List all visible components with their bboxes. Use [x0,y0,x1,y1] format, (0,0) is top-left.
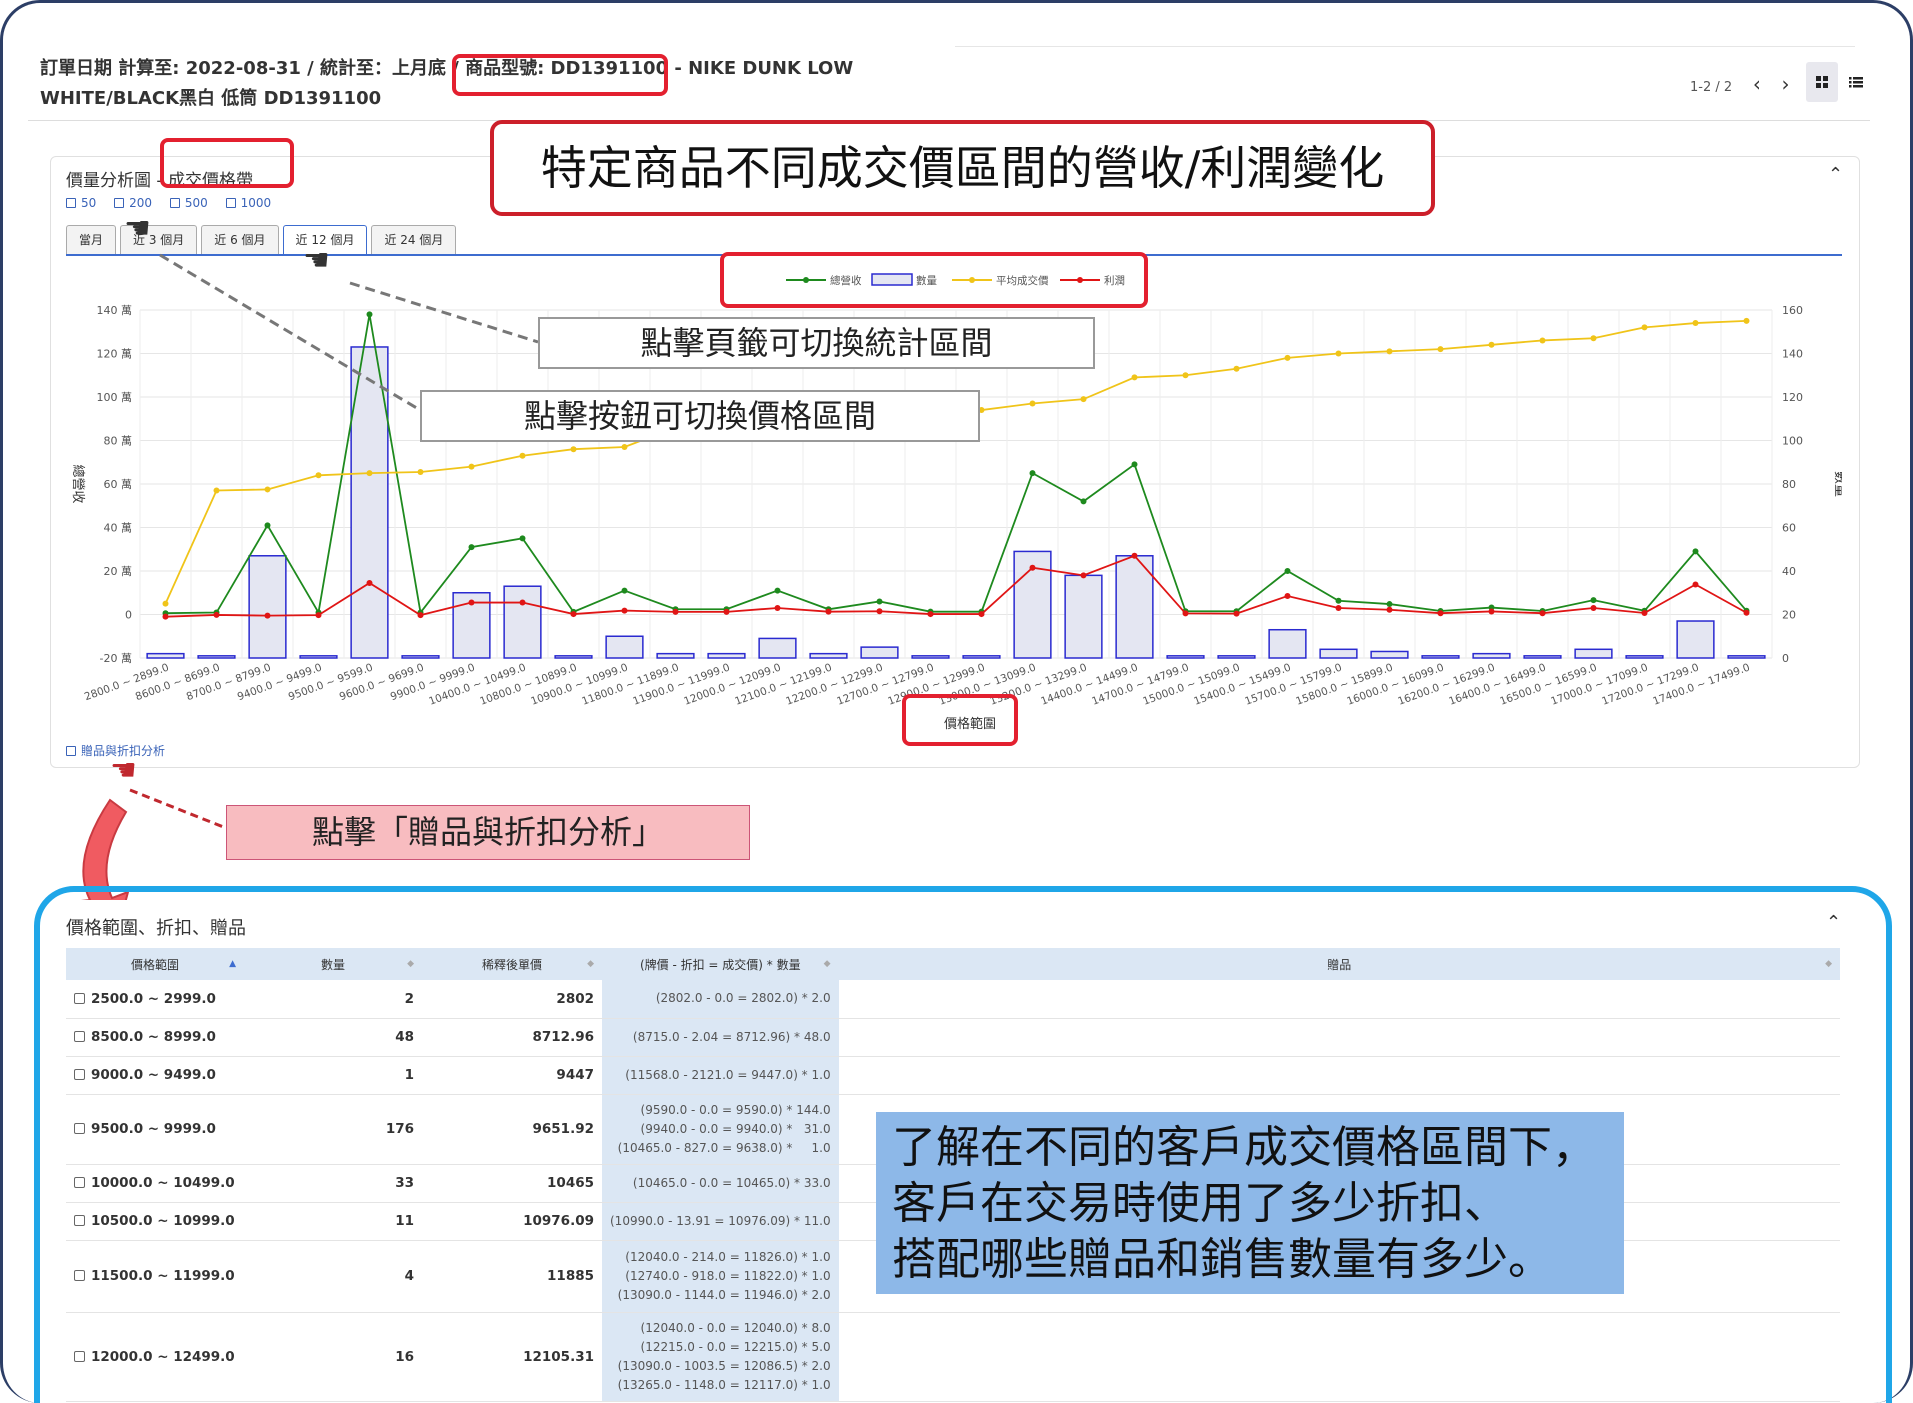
discount-panel-title: 價格範圍、折扣、贈品 [66,918,246,939]
cell-price-range: 12000.0 ~ 12499.0 [66,1312,244,1402]
cell-unit-price: 11885 [422,1240,602,1313]
col-formula[interactable]: (牌價 - 折扣 = 成交價) * 數量 ◆ [602,948,839,980]
headline-callout: 特定商品不同成交價區間的營收/利潤變化 [490,120,1435,216]
pointer-hand-icon: ☚ [303,243,330,278]
buttons-hint-callout: 點擊按鈕可切換價格區間 [420,390,980,442]
pointer-hand-icon: ☚ [124,211,151,246]
cell-formula: (8715.0 - 2.04 = 8712.96) * 48.0 [602,1018,839,1057]
row-checkbox[interactable] [74,992,85,1004]
cell-formula: (11568.0 - 2121.0 = 9447.0) * 1.0 [602,1056,839,1095]
cell-price-range: 9500.0 ~ 9999.0 [66,1094,244,1165]
cell-price-range: 10500.0 ~ 10999.0 [66,1202,244,1241]
cell-formula: (10990.0 - 13.91 = 10976.09) * 11.0 [602,1202,839,1241]
table-row: 12000.0 ~ 12499.0 16 12105.31 (12040.0 - 0.… [66,1312,1840,1402]
cell-quantity: 16 [244,1312,422,1402]
row-checkbox[interactable] [74,1215,85,1226]
cell-gift [838,980,1840,1019]
table-row: 9000.0 ~ 9499.0 1 9447 (11568.0 - 2121.0 = … [66,1056,1840,1095]
sort-icon: ◆ [407,959,414,969]
row-checkbox[interactable] [74,1031,85,1042]
note-line3: 搭配哪些贈品和銷售數量有多少。 [892,1234,1552,1285]
sort-asc-icon: ▲ [229,959,236,969]
sort-icon: ◆ [587,959,594,969]
discount-panel-collapse-button[interactable]: ⌃ [1826,912,1841,933]
note-line2: 客戶在交易時使用了多少折扣、 [892,1178,1508,1229]
cell-unit-price: 9651.92 [422,1094,602,1165]
cell-unit-price: 8712.96 [422,1018,602,1057]
cell-unit-price: 12105.31 [422,1312,602,1402]
row-checkbox[interactable] [74,1270,85,1281]
row-checkbox[interactable] [74,1350,85,1362]
col-gift[interactable]: 贈品 ◆ [838,948,1840,980]
tabs-hint-callout: 點擊頁籤可切換統計區間 [538,317,1095,369]
table-row: 8500.0 ~ 8999.0 48 8712.96 (8715.0 - 2.04 =… [66,1018,1840,1057]
cell-unit-price: 10976.09 [422,1202,602,1241]
gift-hint-callout: 點擊「贈品與折扣分析」 [226,805,750,860]
col-price-range[interactable]: 價格範圍 ▲ [66,948,244,980]
row-checkbox[interactable] [74,1069,85,1080]
cell-quantity: 33 [244,1164,422,1203]
cell-quantity: 11 [244,1202,422,1241]
col-unit-price[interactable]: 稀釋後單價 ◆ [422,948,602,980]
cell-quantity: 48 [244,1018,422,1057]
cell-quantity: 2 [244,980,422,1019]
note-line1: 了解在不同的客戶成交價格區間下， [892,1122,1596,1173]
cell-formula: (10465.0 - 0.0 = 10465.0) * 33.0 [602,1164,839,1203]
cell-price-range: 10000.0 ~ 10499.0 [66,1164,244,1203]
cell-quantity: 1 [244,1056,422,1095]
cell-quantity: 4 [244,1240,422,1313]
cell-formula: (12040.0 - 214.0 = 11826.0) * 1.0 (12740.… [602,1240,839,1313]
col-quantity[interactable]: 數量 ◆ [244,948,422,980]
insight-note: 了解在不同的客戶成交價格區間下， 客戶在交易時使用了多少折扣、 搭配哪些贈品和銷… [876,1112,1624,1294]
sort-icon: ◆ [823,959,831,969]
cell-unit-price: 2802 [422,980,602,1019]
cell-price-range: 9000.0 ~ 9499.0 [66,1056,244,1095]
row-checkbox[interactable] [74,1123,85,1134]
cell-price-range: 2500.0 ~ 2999.0 [66,980,244,1019]
cell-formula: (9590.0 - 0.0 = 9590.0) * 144.0 (9940.0 -… [602,1094,839,1165]
cell-unit-price: 10465 [422,1164,602,1203]
pointer-hand-icon: ☚ [110,753,137,788]
sort-icon: ◆ [1825,959,1832,969]
cell-unit-price: 9447 [422,1056,602,1095]
cell-gift [838,1056,1840,1095]
table-row: 2500.0 ~ 2999.0 2 2802 (2802.0 - 0.0 = 2802… [66,980,1840,1019]
cell-formula: (2802.0 - 0.0 = 2802.0) * 2.0 [602,980,839,1019]
row-checkbox[interactable] [74,1177,85,1188]
cell-price-range: 11500.0 ~ 11999.0 [66,1240,244,1313]
cell-gift [838,1312,1840,1402]
cell-price-range: 8500.0 ~ 8999.0 [66,1018,244,1057]
cell-formula: (12040.0 - 0.0 = 12040.0) * 8.0 (12215.0 … [602,1312,839,1402]
cell-gift [838,1018,1840,1057]
cell-quantity: 176 [244,1094,422,1165]
